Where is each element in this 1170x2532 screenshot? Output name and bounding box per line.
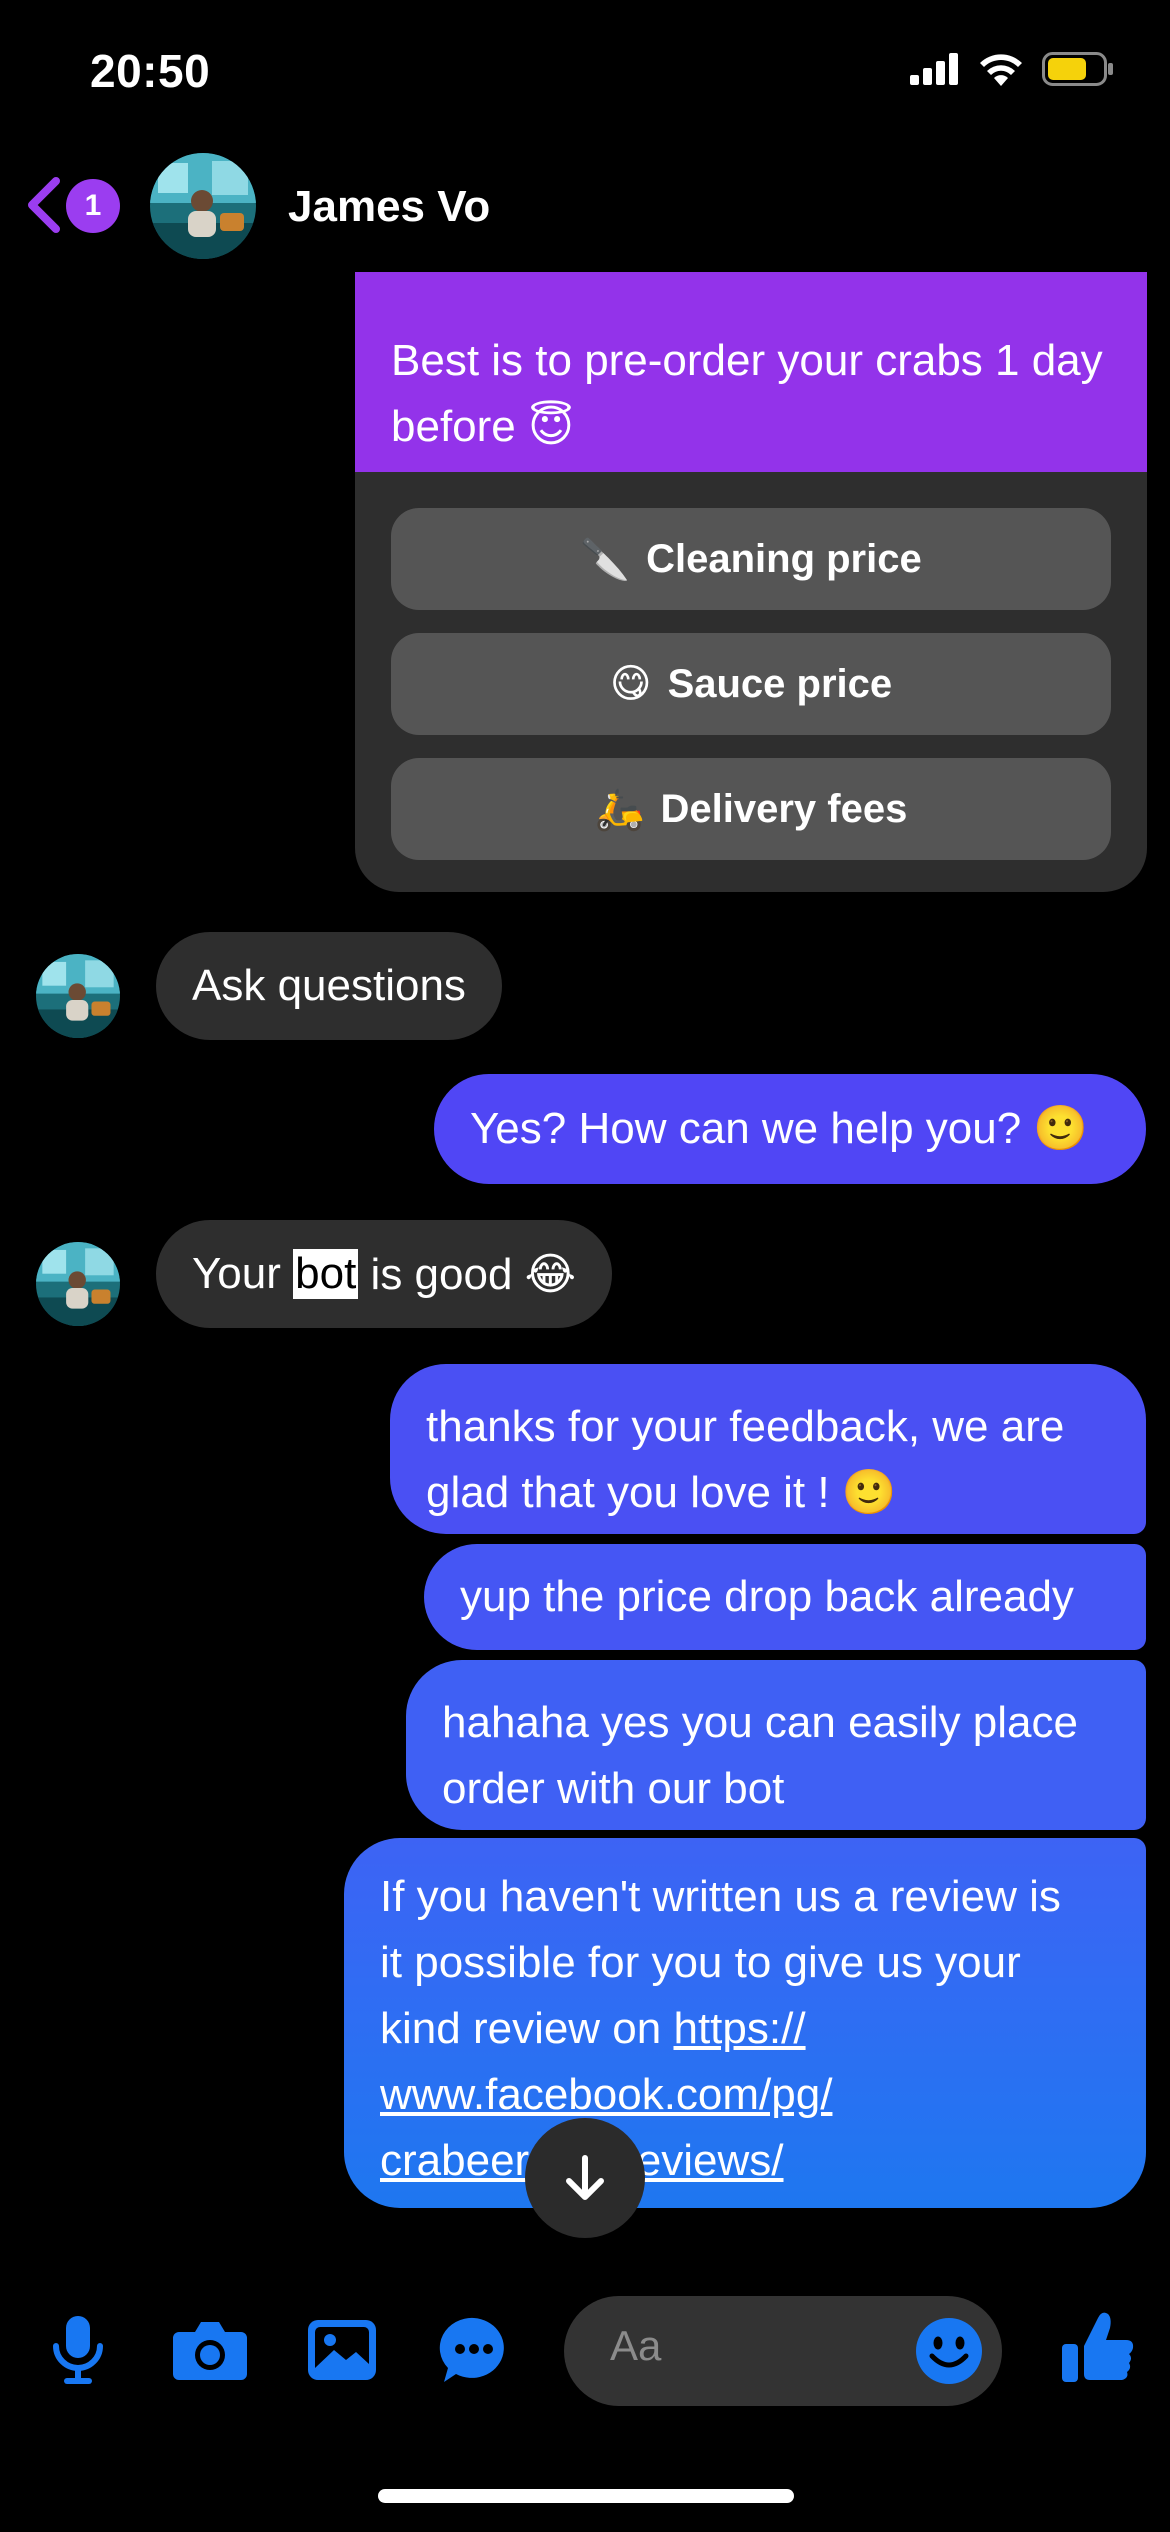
battery-icon xyxy=(1042,52,1113,86)
review-link[interactable]: crabeerasia/reviews/ xyxy=(380,2128,1110,2194)
yum-face-icon: 😋 xyxy=(609,662,652,706)
status-time: 20:50 xyxy=(90,45,211,97)
contact-avatar[interactable] xyxy=(150,153,256,259)
contact-name[interactable]: James Vo xyxy=(288,182,490,232)
sender-avatar[interactable] xyxy=(36,1242,120,1326)
thumbs-up-icon xyxy=(1062,2312,1134,2382)
gallery-icon xyxy=(308,2320,376,2380)
bot-message-card: Best is to pre-order your crabs 1 day be… xyxy=(355,272,1147,892)
arrow-down-icon xyxy=(566,2155,604,2200)
microphone-icon xyxy=(53,2316,103,2384)
unread-badge: 1 xyxy=(66,179,120,233)
highlighted-word: bot xyxy=(293,1249,359,1299)
quick-reply-label: Delivery fees xyxy=(660,786,908,831)
emoji-icon xyxy=(916,2318,982,2384)
incoming-message[interactable]: Your bot is good 😂 xyxy=(156,1220,613,1328)
review-link[interactable]: https:// xyxy=(673,2004,805,2053)
review-link[interactable]: www.facebook.com/pg/ xyxy=(380,2062,1110,2128)
message-input[interactable] xyxy=(610,2322,890,2370)
scooter-icon: 🛵 xyxy=(594,787,645,832)
knife-icon: 🔪 xyxy=(580,537,631,582)
microphone-button[interactable] xyxy=(36,2308,120,2392)
outgoing-message[interactable]: Yes? How can we help you? 🙂 xyxy=(434,1074,1146,1184)
outgoing-message[interactable]: hahaha yes you can easily place order wi… xyxy=(406,1660,1146,1830)
gallery-button[interactable] xyxy=(300,2308,384,2392)
bot-message-text: Best is to pre-order your crabs 1 day be… xyxy=(355,272,1147,472)
message-composer[interactable] xyxy=(564,2296,1002,2406)
home-indicator[interactable] xyxy=(378,2489,794,2503)
status-icons xyxy=(910,52,1114,86)
camera-button[interactable] xyxy=(168,2308,252,2392)
quick-reply-cleaning-price[interactable]: 🔪 Cleaning price xyxy=(391,508,1111,610)
back-chevron-icon xyxy=(28,177,60,233)
signal-icon xyxy=(910,53,958,85)
quick-reply-label: Sauce price xyxy=(667,661,893,706)
quick-reply-sauce-price[interactable]: 😋 Sauce price xyxy=(391,633,1111,735)
chat-apps-icon xyxy=(439,2317,504,2382)
camera-icon xyxy=(173,2322,247,2380)
outgoing-message[interactable]: thanks for your feedback, we are glad th… xyxy=(390,1364,1146,1534)
sender-avatar[interactable] xyxy=(36,954,120,1038)
quick-reply-label: Cleaning price xyxy=(646,536,922,581)
like-button[interactable] xyxy=(1050,2300,1146,2396)
scroll-to-bottom-button[interactable] xyxy=(525,2118,645,2238)
quick-reply-delivery-fees[interactable]: 🛵 Delivery fees xyxy=(391,758,1111,860)
incoming-message[interactable]: Ask questions xyxy=(156,932,502,1040)
wifi-icon xyxy=(980,54,1022,86)
more-apps-button[interactable] xyxy=(432,2308,516,2392)
emoji-button[interactable] xyxy=(914,2316,984,2386)
outgoing-message[interactable]: yup the price drop back already xyxy=(424,1544,1146,1650)
outgoing-message[interactable]: If you haven't written us a review is it… xyxy=(344,1838,1146,2208)
